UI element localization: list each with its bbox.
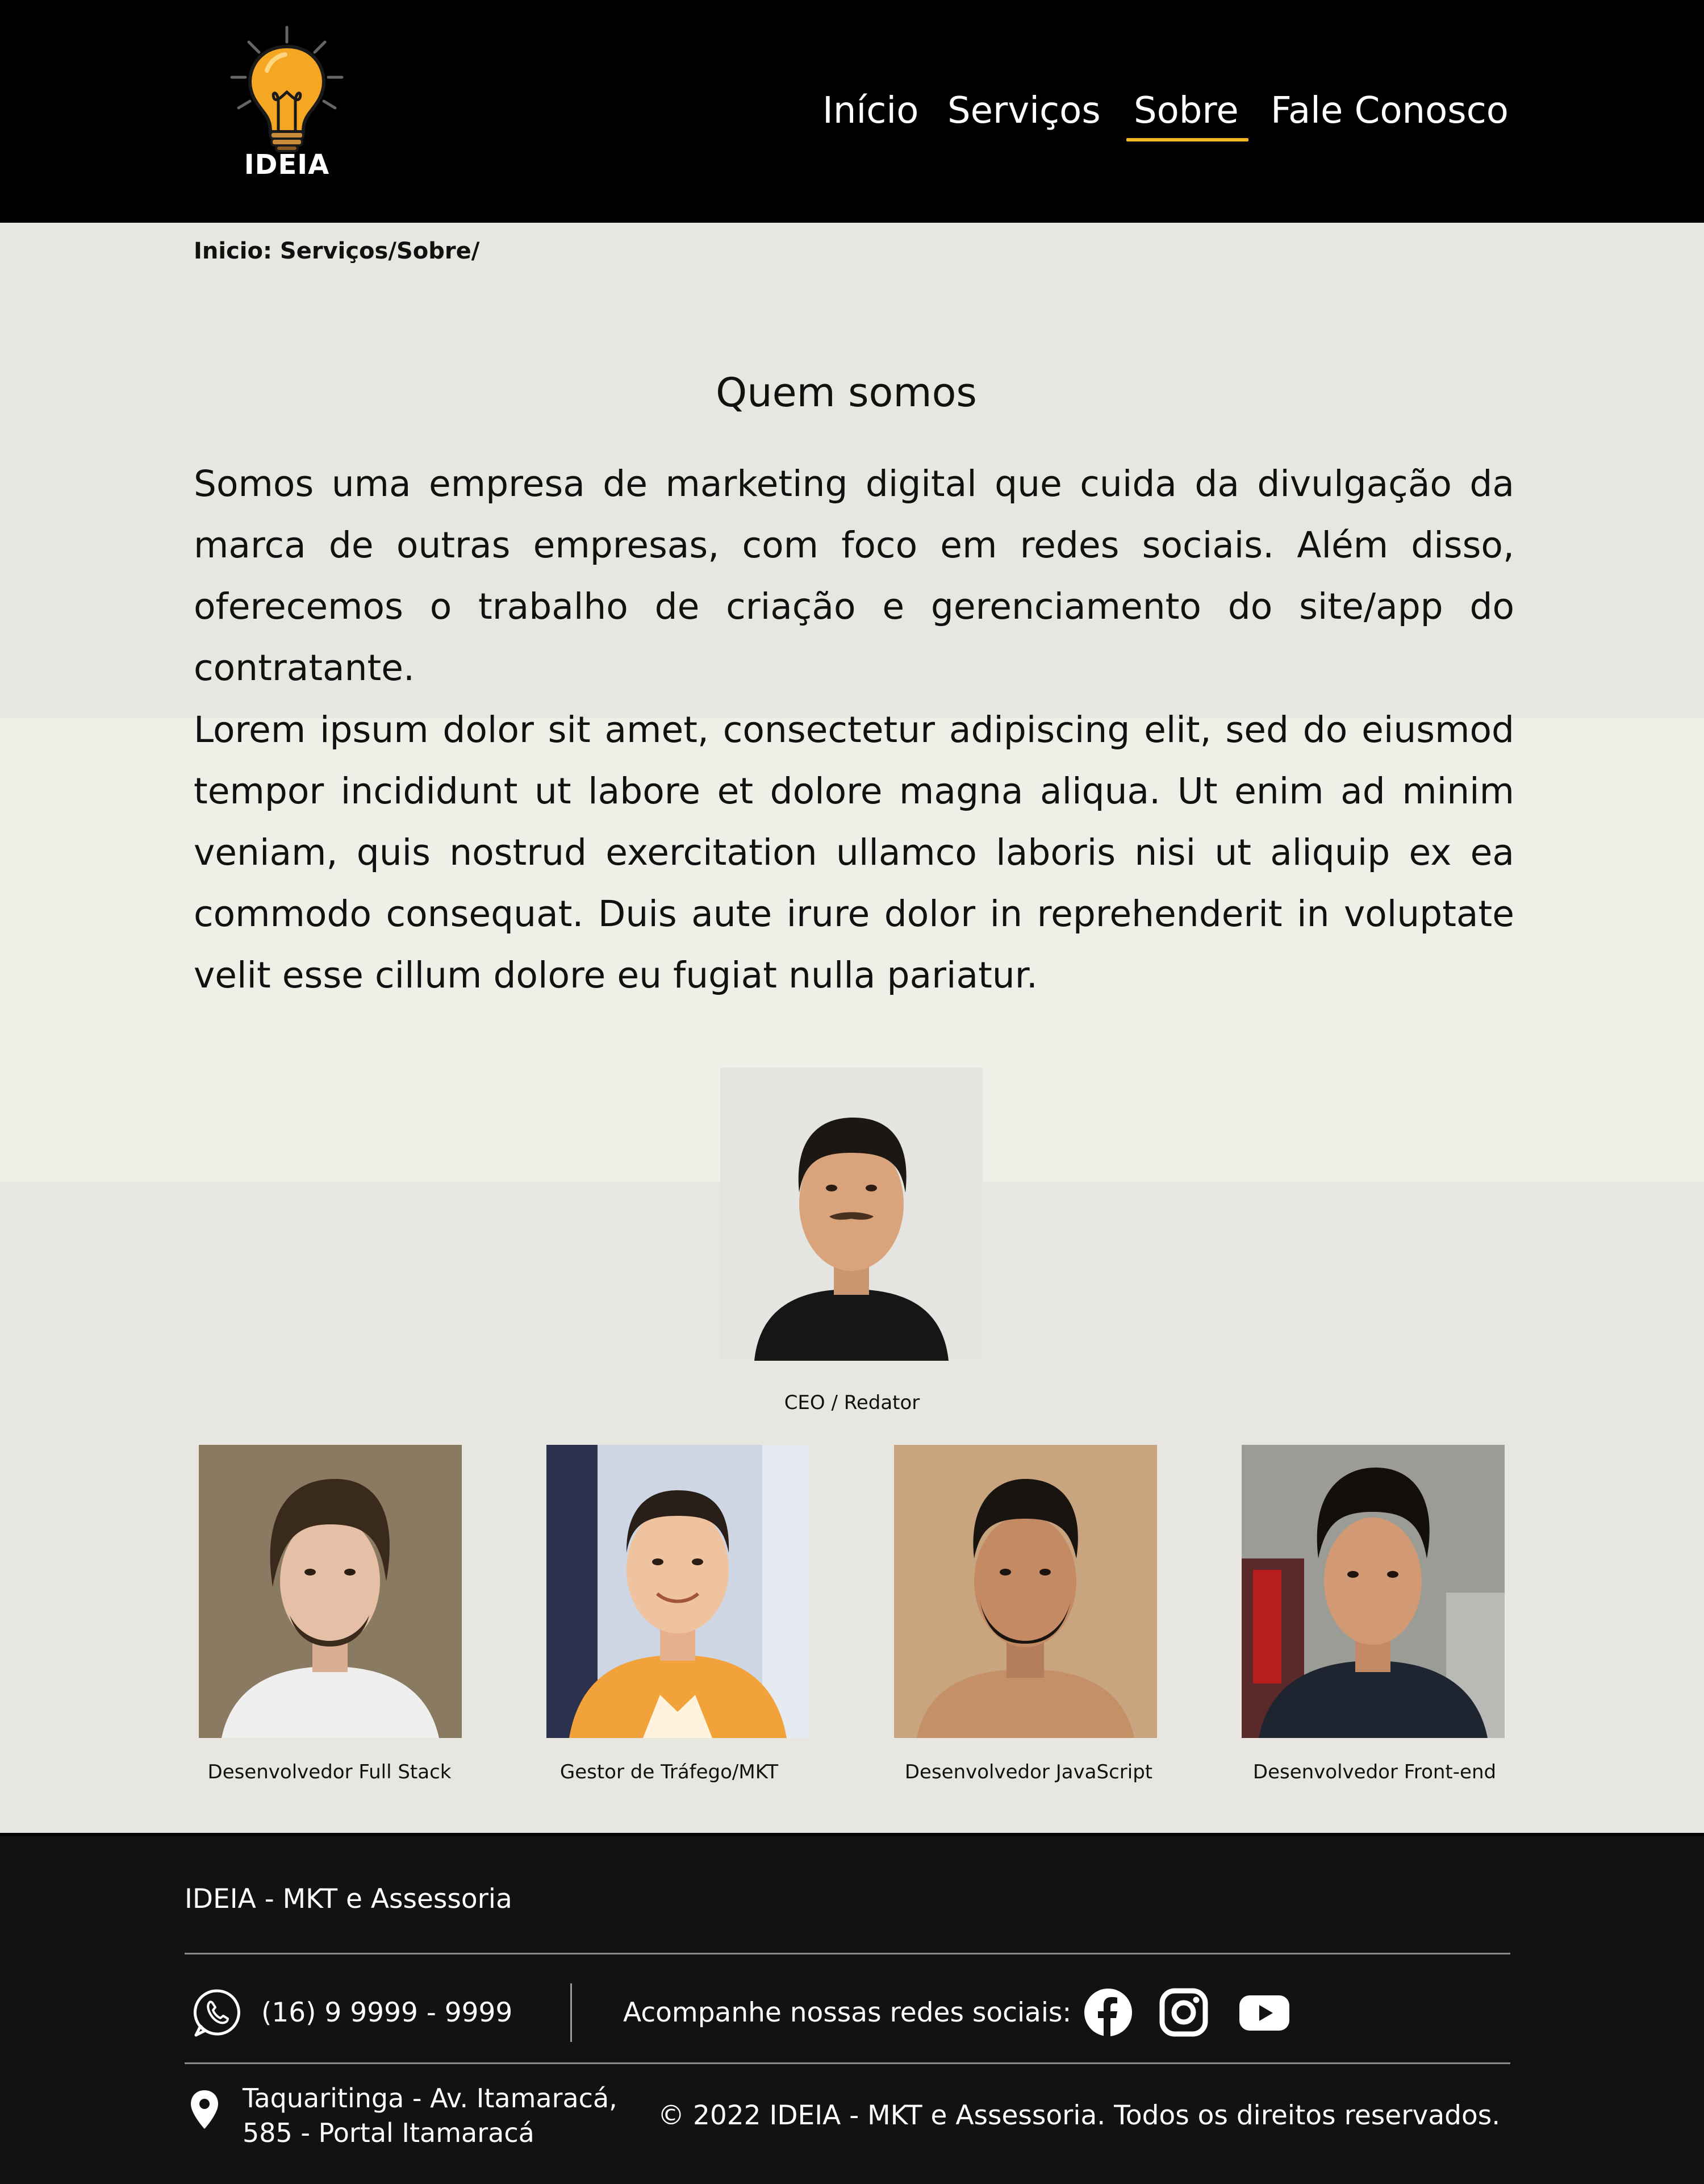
facebook-icon[interactable] (1083, 1987, 1133, 2037)
member-role: Desenvolvedor Full Stack (207, 1761, 452, 1783)
page-title: Quem somos (716, 369, 977, 416)
address-line-2: 585 - Portal Itamaracá (243, 2118, 534, 2148)
logo-text: IDEIA (244, 149, 330, 181)
footer-vertical-divider (570, 1983, 572, 2042)
member-photo (1242, 1445, 1505, 1738)
nav-sobre[interactable]: Sobre (1134, 85, 1239, 136)
footer-brand: IDEIA - MKT e Assessoria (185, 1883, 512, 1915)
nav-fale-conosco[interactable]: Fale Conosco (1271, 85, 1509, 136)
member-role: Gestor de Tráfego/MKT (559, 1761, 779, 1783)
member-role: Desenvolvedor JavaScript (904, 1761, 1153, 1783)
member-role: Desenvolvedor Front-end (1252, 1761, 1497, 1783)
member-photo (199, 1445, 462, 1738)
active-nav-indicator (1126, 138, 1248, 141)
ceo-photo (720, 1068, 983, 1361)
breadcrumb[interactable]: Inicio: Serviços/Sobre/ (194, 238, 479, 264)
about-paragraph: Somos uma empresa de marketing digital q… (194, 463, 1514, 689)
footer-phone[interactable]: (16) 9 9999 - 9999 (261, 1997, 512, 2028)
address-line-1: Taquaritinga - Av. Itamaracá, (243, 2083, 617, 2114)
footer-divider (185, 2062, 1510, 2064)
lorem-paragraph: Lorem ipsum dolor sit amet, consectetur … (194, 709, 1514, 996)
instagram-icon[interactable] (1159, 1987, 1209, 2037)
copyright: © 2022 IDEIA - MKT e Assessoria. Todos o… (658, 2100, 1501, 2131)
ceo-role: CEO / Redator (784, 1391, 920, 1414)
footer-divider (185, 1953, 1510, 1954)
nav-inicio[interactable]: Início (822, 85, 918, 136)
footer-border (0, 1833, 1704, 1836)
whatsapp-icon[interactable] (193, 1987, 243, 2037)
nav-servicos[interactable]: Serviços (947, 85, 1101, 136)
location-pin-icon (189, 2089, 220, 2130)
social-label: Acompanhe nossas redes sociais: (623, 1997, 1072, 2028)
youtube-icon[interactable] (1238, 1987, 1289, 2037)
member-photo (894, 1445, 1157, 1738)
member-photo (546, 1445, 809, 1738)
